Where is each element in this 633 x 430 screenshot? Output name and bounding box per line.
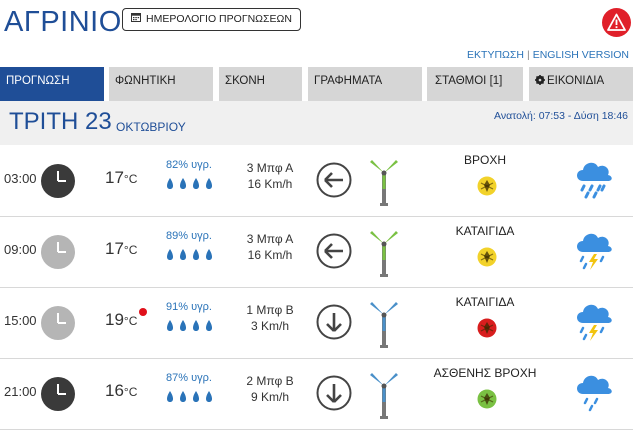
wind-speed: 16 Km/h [247,248,293,262]
humidity-drops-icon [165,319,215,338]
tab-dust[interactable]: ΣΚΟΝΗ [219,67,302,101]
calendar-button-label: ΗΜΕΡΟΛΟΓΙΟ ΠΡΟΓΝΩΣΕΩΝ [146,13,292,25]
thunderstorm-cloud-icon [573,297,615,348]
arrow-left-icon [316,162,352,203]
temp-indicator-dot [139,308,147,316]
arrow-down-icon [316,304,352,345]
warning-icon [607,13,626,31]
temperature-unit: °C [123,243,138,257]
green-warning-icon[interactable] [477,389,497,414]
temperature: 17°C [105,239,137,259]
print-link[interactable]: ΕΚΤΥΠΩΣΗ [467,49,524,61]
english-version-link[interactable]: ENGLISH VERSION [533,49,629,61]
humidity: 89% υγρ. [166,230,212,242]
alert-button[interactable] [602,8,631,37]
light-rain-cloud-icon [573,368,615,419]
gear-icon [535,68,545,96]
tab-forecast[interactable]: ΠΡΟΓΝΩΣΗ [0,67,104,101]
wind-info: 2 Μπφ Β 9 Km/h [240,373,300,405]
clock-icon [40,163,76,204]
wind-beaufort: 2 Μπφ Β [246,374,294,388]
wind-turbine-icon [367,159,401,212]
weather-description: ΑΣΘΕΝΗΣ ΒΡΟΧΗ [433,366,537,380]
humidity: 87% υγρ. [166,372,212,384]
yellow-warning-icon[interactable] [477,176,497,201]
arrow-down-icon [316,375,352,416]
forecast-row: 09:00 17°C 89% υγρ. 3 Μπφ Α 16 Km/h ΚΑΤΑΙΓΙΔΑ [0,216,633,288]
weather-description: ΚΑΤΑΙΓΙΔΑ [455,224,515,238]
temperature: 16°C [105,381,137,401]
sunrise-sunset: Ανατολή: 07:53 - Δύση 18:46 [494,110,628,122]
calendar-icon [131,9,141,30]
temperature-value: 16 [105,381,124,400]
clock-icon [40,234,76,275]
wind-info: 3 Μπφ Α 16 Km/h [240,160,300,192]
temperature: 17°C [105,168,137,188]
wind-beaufort: 3 Μπφ Α [246,232,294,246]
forecast-time: 09:00 [4,242,37,257]
wind-turbine-icon [367,301,401,354]
wind-info: 1 Μπφ Β 3 Km/h [240,302,300,334]
humidity: 91% υγρ. [166,301,212,313]
temperature-unit: °C [123,385,138,399]
wind-beaufort: 1 Μπφ Β [246,303,294,317]
temperature-unit: °C [123,314,138,328]
wind-speed: 9 Km/h [250,390,289,404]
nav-tabs: ΠΡΟΓΝΩΣΗ ΦΩΝΗΤΙΚΗ ΣΚΟΝΗ ΓΡΑΦΗΜΑΤΑ ΣΤΑΘΜΟ… [0,67,633,101]
weather-description: ΒΡΟΧΗ [463,153,506,167]
city-title: ΑΓΡΙΝΙΟ [4,6,122,38]
humidity: 82% υγρ. [166,159,212,171]
forecast-calendar-button[interactable]: ΗΜΕΡΟΛΟΓΙΟ ΠΡΟΓΝΩΣΕΩΝ [122,8,301,31]
wind-speed: 16 Km/h [247,177,293,191]
thunderstorm-cloud-icon [573,226,615,277]
tab-stations[interactable]: ΣΤΑΘΜΟΙ [1] [427,67,523,101]
weather-description: ΚΑΤΑΙΓΙΔΑ [455,295,515,309]
temperature-value: 17 [105,239,124,258]
forecast-row: 21:00 16°C 87% υγρ. 2 Μπφ Β 9 Km/h ΑΣΘΕΝΗΣ ΒΡ… [0,358,633,430]
rain-cloud-icon [573,155,615,206]
day-name: ΤΡΙΤΗ 23 [9,108,112,135]
month-name: ΟΚΤΩΒΡΙΟΥ [116,120,186,134]
humidity-drops-icon [165,177,215,196]
tab-voice[interactable]: ΦΩΝΗΤΙΚΗ [109,67,213,101]
forecast-row: 03:00 17°C 82% υγρ. 3 Μπφ Α 16 Km/h ΒΡΟΧΗ [0,145,633,217]
tab-graphs[interactable]: ΓΡΑΦΗΜΑΤΑ [308,67,422,101]
wind-beaufort: 3 Μπφ Α [246,161,294,175]
tab-icons-label: ΕΙΚΟΝΙΔΙΑ [547,75,605,87]
forecast-row: 15:00 19°C 91% υγρ. 1 Μπφ Β 3 Km/h ΚΑΤΑΙΓΙΔΑ [0,287,633,359]
forecast-time: 21:00 [4,384,37,399]
temperature-value: 17 [105,168,124,187]
wind-speed: 3 Km/h [250,319,289,333]
forecast-time: 15:00 [4,313,37,328]
temperature: 19°C [105,310,137,330]
clock-icon [40,305,76,346]
tab-icons[interactable]: ΕΙΚΟΝΙΔΙΑ [529,67,633,101]
humidity-drops-icon [165,390,215,409]
humidity-drops-icon [165,248,215,267]
wind-turbine-icon [367,230,401,283]
day-header: ΤΡΙΤΗ 23 ΟΚΤΩΒΡΙΟΥ Ανατολή: 07:53 - Δύση… [0,101,633,145]
wind-turbine-icon [367,372,401,425]
clock-icon [40,376,76,417]
temperature-value: 19 [105,310,124,329]
arrow-left-icon [316,233,352,274]
wind-info: 3 Μπφ Α 16 Km/h [240,231,300,263]
forecast-time: 03:00 [4,171,37,186]
red-warning-icon[interactable] [477,318,497,343]
yellow-warning-icon[interactable] [477,247,497,272]
temperature-unit: °C [123,172,138,186]
link-separator: | [526,49,530,61]
